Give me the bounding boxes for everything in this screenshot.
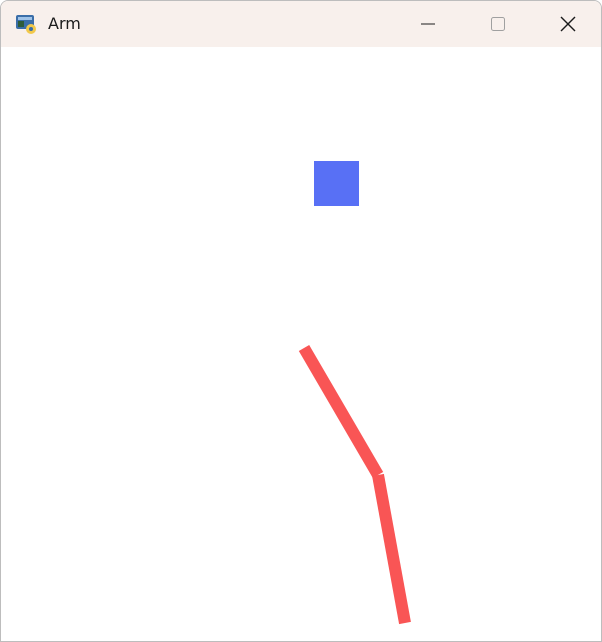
close-icon: [560, 16, 576, 32]
title-bar[interactable]: Arm: [1, 1, 601, 47]
target-square: [314, 161, 359, 206]
maximize-button[interactable]: [475, 1, 521, 47]
app-window: Arm: [0, 0, 602, 642]
close-button[interactable]: [545, 1, 591, 47]
window-title: Arm: [48, 14, 81, 33]
minimize-button[interactable]: [405, 1, 451, 47]
python-app-icon: [16, 15, 36, 34]
arm-upper-segment: [298, 344, 384, 479]
maximize-icon: [491, 17, 505, 31]
arm-lower-segment: [372, 473, 411, 625]
minimize-icon: [421, 23, 435, 25]
arm-canvas[interactable]: [1, 47, 601, 641]
